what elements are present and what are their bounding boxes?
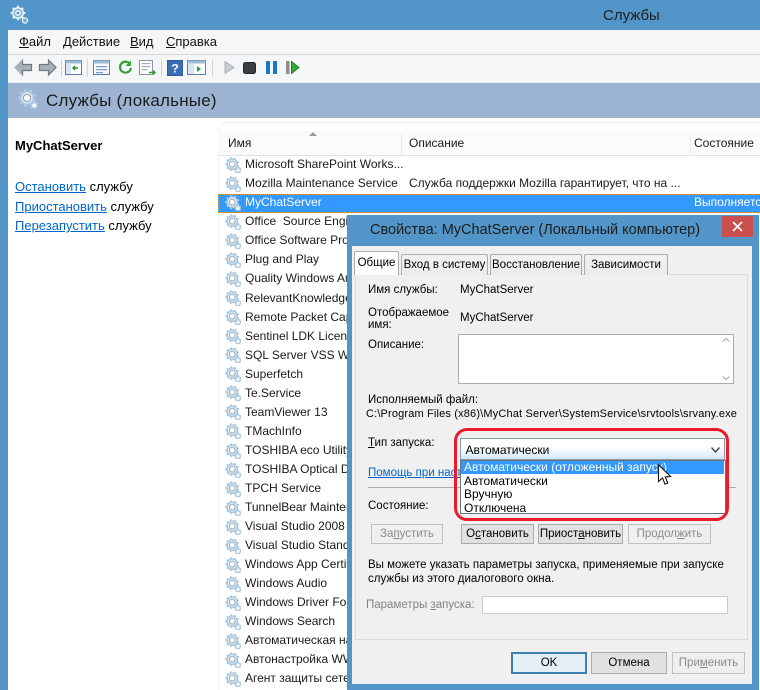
- svg-text:?: ?: [171, 62, 178, 76]
